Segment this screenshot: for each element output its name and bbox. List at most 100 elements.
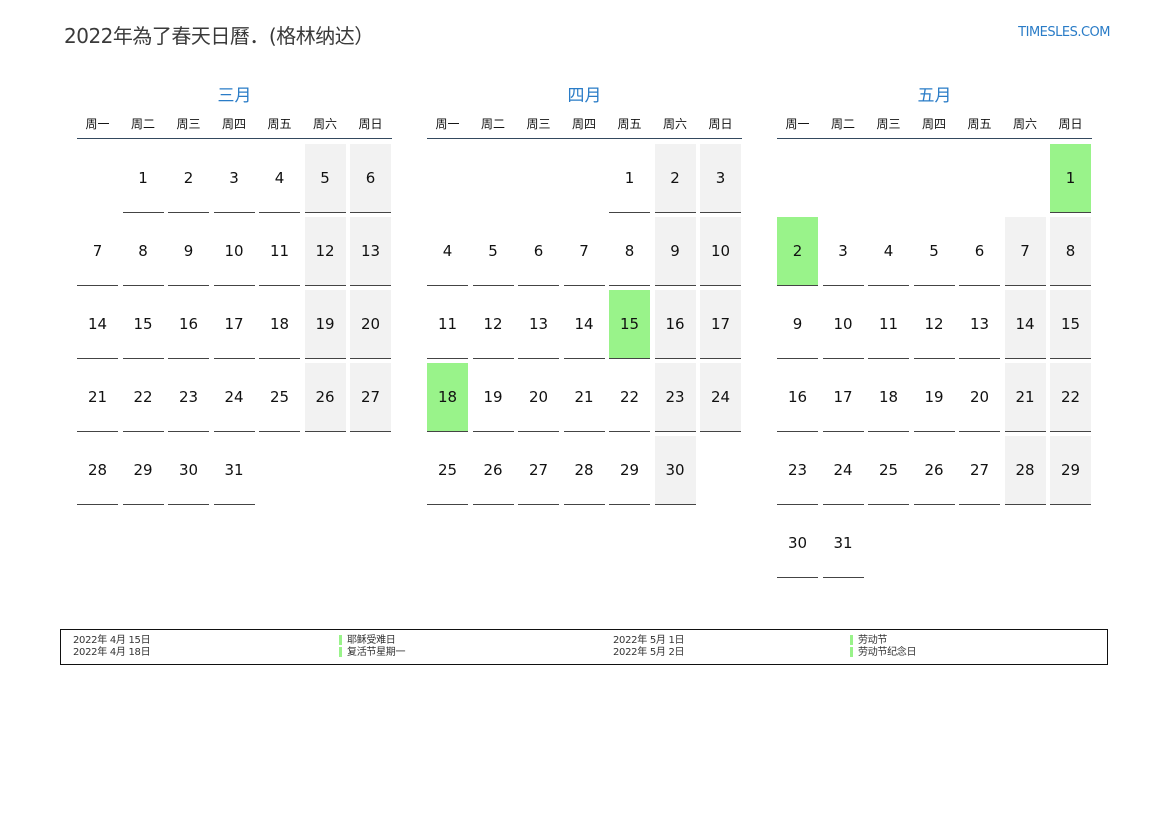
day-cell[interactable]: 28 (77, 436, 118, 505)
day-cell[interactable]: 25 (868, 436, 909, 505)
day-cell[interactable]: 8 (122, 217, 164, 286)
day-cell[interactable]: 15 (609, 290, 650, 359)
day-cell[interactable]: 25 (427, 436, 468, 505)
day-cell[interactable]: 5 (304, 144, 346, 213)
day-cell[interactable]: 6 (959, 217, 1000, 286)
day-cell[interactable]: 20 (350, 290, 391, 359)
day-cell[interactable]: 11 (427, 290, 468, 359)
day-cell[interactable]: 7 (77, 217, 118, 286)
weekday-label: 周日 (358, 117, 383, 131)
day-cell[interactable]: 17 (822, 363, 864, 432)
day-cell[interactable]: 9 (777, 290, 818, 359)
day-cell[interactable]: 30 (777, 509, 818, 578)
day-cell[interactable]: 9 (168, 217, 209, 286)
day-cell[interactable]: 27 (518, 436, 559, 505)
day-cell[interactable]: 16 (777, 363, 818, 432)
day-cell[interactable]: 12 (304, 217, 346, 286)
day-cell[interactable]: 2 (777, 217, 818, 286)
day-cell[interactable]: 31 (822, 509, 864, 578)
day-cell[interactable]: 26 (304, 363, 346, 432)
day-cell[interactable]: 6 (518, 217, 559, 286)
weekday-label: 周二 (480, 117, 505, 131)
day-cell[interactable]: 18 (427, 363, 468, 432)
day-cell[interactable]: 23 (654, 363, 696, 432)
day-cell[interactable]: 29 (122, 436, 164, 505)
day-cell[interactable]: 28 (1004, 436, 1046, 505)
day-cell[interactable]: 25 (259, 363, 300, 432)
weekday-label: 周四 (571, 117, 596, 131)
day-cell[interactable]: 10 (822, 290, 864, 359)
day-cell[interactable]: 21 (1004, 363, 1046, 432)
day-cell[interactable]: 29 (609, 436, 650, 505)
empty-day-cell (959, 144, 1000, 213)
day-cell[interactable]: 1 (609, 144, 650, 213)
day-cell[interactable]: 26 (913, 436, 955, 505)
day-cell[interactable]: 7 (1004, 217, 1046, 286)
empty-day-cell (77, 144, 118, 213)
day-cell[interactable]: 31 (213, 436, 255, 505)
day-cell[interactable]: 12 (913, 290, 955, 359)
day-cell[interactable]: 4 (868, 217, 909, 286)
day-cell[interactable]: 10 (213, 217, 255, 286)
day-cell[interactable]: 14 (77, 290, 118, 359)
day-cell[interactable]: 8 (609, 217, 650, 286)
day-cell[interactable]: 18 (259, 290, 300, 359)
day-cell[interactable]: 30 (654, 436, 696, 505)
day-cell[interactable]: 12 (472, 290, 514, 359)
day-cell[interactable]: 23 (168, 363, 209, 432)
day-cell[interactable]: 22 (1050, 363, 1091, 432)
day-cell[interactable]: 8 (1050, 217, 1091, 286)
day-cell[interactable]: 13 (518, 290, 559, 359)
day-cell[interactable]: 13 (350, 217, 391, 286)
day-cell[interactable]: 19 (472, 363, 514, 432)
day-cell[interactable]: 1 (122, 144, 164, 213)
day-cell[interactable]: 3 (822, 217, 864, 286)
day-cell[interactable]: 24 (700, 363, 741, 432)
day-cell[interactable]: 17 (213, 290, 255, 359)
day-cell[interactable]: 15 (122, 290, 164, 359)
day-cell[interactable]: 4 (259, 144, 300, 213)
day-cell[interactable]: 23 (777, 436, 818, 505)
day-cell[interactable]: 7 (563, 217, 605, 286)
day-cell[interactable]: 24 (822, 436, 864, 505)
day-cell[interactable]: 13 (959, 290, 1000, 359)
day-cell[interactable]: 27 (959, 436, 1000, 505)
day-cell[interactable]: 17 (700, 290, 741, 359)
day-cell[interactable]: 21 (563, 363, 605, 432)
holiday-color-marker (850, 647, 853, 657)
day-cell[interactable]: 11 (868, 290, 909, 359)
day-cell[interactable]: 27 (350, 363, 391, 432)
day-cell[interactable]: 10 (700, 217, 741, 286)
day-cell[interactable]: 20 (518, 363, 559, 432)
day-cell[interactable]: 28 (563, 436, 605, 505)
day-cell[interactable]: 16 (168, 290, 209, 359)
day-cell[interactable]: 3 (700, 144, 741, 213)
day-cell[interactable]: 11 (259, 217, 300, 286)
day-cell[interactable]: 19 (913, 363, 955, 432)
day-cell[interactable]: 30 (168, 436, 209, 505)
day-cell[interactable]: 2 (168, 144, 209, 213)
day-cell[interactable]: 16 (654, 290, 696, 359)
day-cell[interactable]: 4 (427, 217, 468, 286)
day-cell[interactable]: 9 (654, 217, 696, 286)
day-cell[interactable]: 21 (77, 363, 118, 432)
day-cell[interactable]: 19 (304, 290, 346, 359)
day-cell[interactable]: 18 (868, 363, 909, 432)
day-cell[interactable]: 2 (654, 144, 696, 213)
day-cell[interactable]: 20 (959, 363, 1000, 432)
day-cell[interactable]: 6 (350, 144, 391, 213)
day-cell[interactable]: 22 (122, 363, 164, 432)
day-cell[interactable]: 1 (1050, 144, 1091, 213)
day-cell[interactable]: 22 (609, 363, 650, 432)
day-cell[interactable]: 5 (472, 217, 514, 286)
day-cell[interactable]: 29 (1050, 436, 1091, 505)
day-cell[interactable]: 26 (472, 436, 514, 505)
brand-link[interactable]: TIMESLES.COM (1018, 25, 1110, 40)
day-cell[interactable]: 14 (1004, 290, 1046, 359)
day-cell[interactable]: 14 (563, 290, 605, 359)
day-cell[interactable]: 3 (213, 144, 255, 213)
holiday-legend: 2022年 4月 15日 2022年 4月 18日 耶稣受难日 复活节星期一 2… (60, 629, 1108, 665)
day-cell[interactable]: 24 (213, 363, 255, 432)
day-cell[interactable]: 5 (913, 217, 955, 286)
day-cell[interactable]: 15 (1050, 290, 1091, 359)
